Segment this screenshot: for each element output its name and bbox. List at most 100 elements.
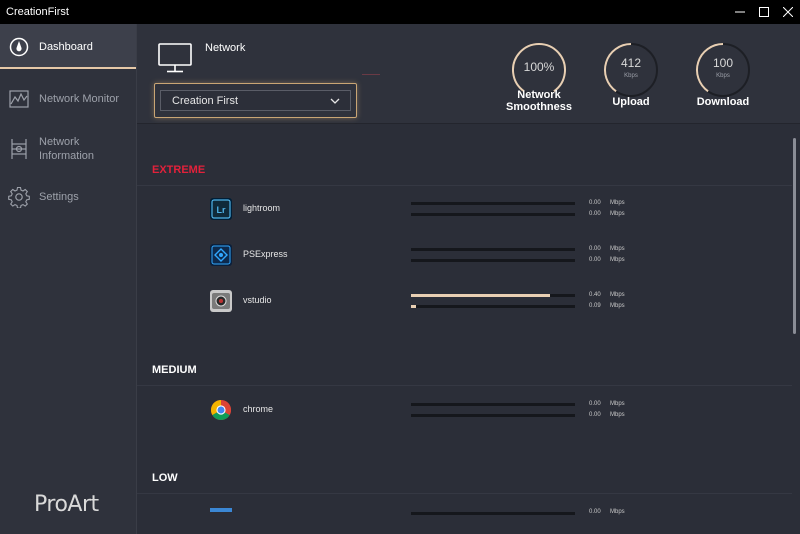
speed-unit: Mbps xyxy=(610,246,625,252)
gauge-ring xyxy=(696,43,750,97)
psexpress-icon xyxy=(210,244,232,266)
dashboard-icon xyxy=(8,36,30,58)
speed-unit: Mbps xyxy=(610,257,625,263)
upload-bar xyxy=(411,248,575,251)
window-title: CreationFirst xyxy=(6,6,69,18)
chevron-down-icon xyxy=(330,98,340,104)
app-name: PSExpress xyxy=(243,249,288,259)
sidebar-item-label: Network Information xyxy=(39,135,94,163)
speed-unit: Mbps xyxy=(610,292,625,298)
profile-dropdown-frame: Creation First xyxy=(154,83,357,118)
upload-speed: 0.40 xyxy=(589,292,601,298)
sidebar: Dashboard Network Monitor Network Inform… xyxy=(0,24,137,534)
speed-unit: Mbps xyxy=(610,211,625,217)
gauge-value: 100 xyxy=(712,56,734,70)
download-speed: 0.00 xyxy=(589,211,601,217)
chrome-icon xyxy=(211,400,231,420)
speed-unit: Mbps xyxy=(610,509,625,515)
app-name: chrome xyxy=(243,404,274,414)
speed-unit: Mbps xyxy=(610,412,625,418)
download-bar xyxy=(411,259,575,262)
gauge-ring xyxy=(604,43,658,97)
app-row-lightroom: Lr lightroom 0.00 Mbps 0.00 Mbps xyxy=(137,194,792,228)
gear-icon xyxy=(8,186,30,208)
network-smoothness-gauge: 100% Network Smoothness xyxy=(506,42,572,113)
divider xyxy=(137,185,792,186)
sidebar-item-label: Network Monitor xyxy=(39,93,120,105)
download-bar xyxy=(411,213,575,216)
network-header: Network Creation First 100% Network Smoo… xyxy=(137,24,800,124)
speed-unit: Mbps xyxy=(610,200,625,206)
download-speed: 0.00 xyxy=(589,257,601,263)
section-title-medium: MEDIUM xyxy=(152,364,197,376)
close-icon xyxy=(783,7,793,17)
app-row-partial: 0.00 Mbps xyxy=(137,504,792,534)
upload-bar xyxy=(411,403,575,406)
sidebar-item-label-line2: Information xyxy=(39,150,95,162)
upload-bar xyxy=(411,202,575,205)
network-underline xyxy=(362,74,380,75)
app-window: CreationFirst Dashboard Network Monitor … xyxy=(0,0,800,534)
window-controls xyxy=(728,0,800,24)
gauge-unit: Kbps xyxy=(624,73,638,79)
app-row-vstudio: vstudio 0.40 Mbps 0.09 Mbps xyxy=(137,286,792,320)
bar-fill xyxy=(411,294,551,297)
upload-speed: 0.00 xyxy=(589,200,601,206)
profile-dropdown-value: Creation First xyxy=(172,94,239,107)
sidebar-item-network-monitor[interactable]: Network Monitor xyxy=(0,87,136,111)
sidebar-item-label: Settings xyxy=(39,191,79,203)
gauge-label: Download xyxy=(696,96,750,108)
upload-bar xyxy=(411,294,575,297)
title-bar: CreationFirst xyxy=(0,0,800,24)
speed-unit: Mbps xyxy=(610,401,625,407)
app-name: vstudio xyxy=(243,295,272,305)
sidebar-item-label-line1: Network xyxy=(39,136,80,148)
gauge-label-line2: Smoothness xyxy=(505,101,572,113)
close-button[interactable] xyxy=(776,0,800,24)
upload-gauge: 412 Kbps Upload xyxy=(603,42,659,112)
scrollbar-thumb[interactable] xyxy=(793,138,796,334)
download-bar xyxy=(411,305,575,308)
upload-speed: 0.00 xyxy=(589,509,601,515)
vstudio-icon xyxy=(210,290,232,312)
maximize-icon xyxy=(759,7,769,17)
download-speed: 0.00 xyxy=(589,412,601,418)
lightroom-icon: Lr xyxy=(210,198,232,220)
brand-logo: ProArt xyxy=(34,492,99,517)
divider xyxy=(137,493,792,494)
app-row-chrome: chrome 0.00 Mbps 0.00 Mbps xyxy=(137,395,792,429)
app-priority-list: EXTREME Lr lightroom 0.00 Mbps 0.00 Mbps xyxy=(137,124,792,534)
divider xyxy=(137,385,792,386)
maximize-button[interactable] xyxy=(752,0,776,24)
upload-speed: 0.00 xyxy=(589,246,601,252)
app-icon xyxy=(210,508,232,512)
bar-fill xyxy=(411,305,416,308)
gauge-value: 412 xyxy=(620,56,642,70)
speed-unit: Mbps xyxy=(610,303,625,309)
minimize-icon xyxy=(735,11,745,13)
sidebar-item-dashboard[interactable]: Dashboard xyxy=(0,24,136,69)
network-label: Network xyxy=(205,42,246,54)
sidebar-item-settings[interactable]: Settings xyxy=(0,185,136,209)
download-bar xyxy=(411,414,575,417)
download-speed: 0.09 xyxy=(589,303,601,309)
section-title-low: LOW xyxy=(152,472,178,484)
download-gauge: 100 Kbps Download xyxy=(695,42,751,112)
section-title-extreme: EXTREME xyxy=(152,164,206,176)
app-name: lightroom xyxy=(243,203,281,213)
gauge-value: 100% xyxy=(523,60,555,74)
sidebar-item-network-information[interactable]: Network Information xyxy=(0,133,136,165)
upload-speed: 0.00 xyxy=(589,401,601,407)
upload-bar xyxy=(411,512,575,515)
svg-text:Lr: Lr xyxy=(217,205,226,215)
network-monitor-icon xyxy=(8,88,30,110)
gauge-label: Network Smoothness xyxy=(491,89,587,113)
app-row-psexpress: PSExpress 0.00 Mbps 0.00 Mbps xyxy=(137,240,792,274)
monitor-icon xyxy=(158,43,192,73)
profile-dropdown[interactable]: Creation First xyxy=(160,90,351,111)
gauge-label: Upload xyxy=(612,96,650,108)
minimize-button[interactable] xyxy=(728,0,752,24)
gauge-label-line1: Network xyxy=(517,89,561,101)
sidebar-item-label: Dashboard xyxy=(39,40,93,53)
gauge-unit: Kbps xyxy=(716,73,730,79)
